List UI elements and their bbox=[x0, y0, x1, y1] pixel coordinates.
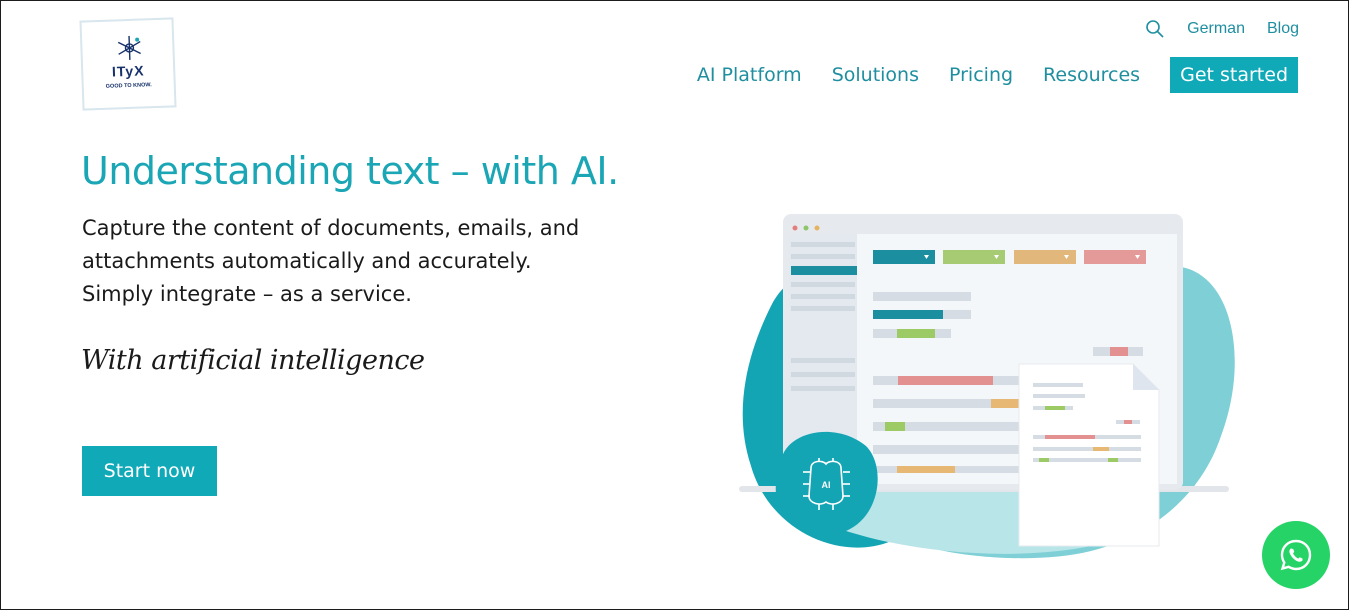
sidebar-line bbox=[791, 372, 855, 377]
sidebar-line bbox=[791, 358, 855, 363]
content-highlight bbox=[991, 399, 1021, 408]
doc-highlight bbox=[1124, 420, 1132, 424]
sidebar-line bbox=[791, 254, 855, 259]
hero-illustration: AI bbox=[739, 214, 1235, 559]
doc-highlight bbox=[1045, 406, 1065, 410]
utility-nav: German Blog bbox=[1145, 19, 1299, 39]
sidebar-line bbox=[791, 386, 855, 391]
content-highlight bbox=[897, 466, 955, 473]
sidebar-line bbox=[791, 306, 855, 311]
sidebar-line bbox=[791, 282, 855, 287]
get-started-button[interactable]: Get started bbox=[1170, 57, 1298, 93]
start-now-button[interactable]: Start now bbox=[82, 446, 217, 496]
main-nav: AI Platform Solutions Pricing Resources … bbox=[667, 57, 1298, 93]
nav-pricing[interactable]: Pricing bbox=[949, 64, 1013, 86]
document-sheet bbox=[1018, 363, 1160, 547]
window-dot-red bbox=[792, 225, 798, 231]
ai-badge-label: AI bbox=[822, 480, 831, 490]
doc-line bbox=[1033, 458, 1141, 462]
doc-line bbox=[1033, 447, 1141, 451]
hero-lead-line: Capture the content of documents, emails… bbox=[82, 216, 580, 240]
logo-star-icon bbox=[117, 35, 141, 60]
sidebar-line bbox=[791, 242, 855, 247]
hero-lead-line: Simply integrate – as a service. bbox=[82, 282, 412, 306]
nav-resources[interactable]: Resources bbox=[1043, 64, 1140, 86]
content-row bbox=[873, 445, 1023, 454]
nav-solutions[interactable]: Solutions bbox=[832, 64, 919, 86]
doc-highlight bbox=[1108, 458, 1118, 462]
hero-lead-line: attachments automatically and accurately… bbox=[82, 249, 532, 273]
window-dot-green bbox=[803, 225, 809, 231]
logo-tagline: GOOD TO KNOW. bbox=[105, 82, 152, 90]
hero-lead: Capture the content of documents, emails… bbox=[82, 212, 642, 311]
content-highlight bbox=[898, 376, 993, 385]
whatsapp-icon bbox=[1280, 539, 1312, 571]
content-row bbox=[873, 292, 971, 301]
hero-script-tagline: With artificial intelligence bbox=[81, 345, 425, 376]
sidebar-line bbox=[791, 294, 855, 299]
content-highlight bbox=[873, 310, 943, 319]
search-icon[interactable] bbox=[1145, 19, 1165, 39]
content-highlight bbox=[1110, 347, 1128, 356]
doc-highlight bbox=[1045, 435, 1095, 439]
logo-brand: ITyX bbox=[111, 62, 145, 80]
whatsapp-button[interactable] bbox=[1262, 521, 1330, 589]
content-highlight bbox=[885, 422, 905, 431]
doc-line bbox=[1033, 383, 1083, 387]
nav-ai-platform[interactable]: AI Platform bbox=[697, 64, 802, 86]
hero-title: Understanding text – with AI. bbox=[81, 149, 619, 193]
window-dot-yellow bbox=[814, 225, 820, 231]
blog-link[interactable]: Blog bbox=[1267, 20, 1299, 38]
doc-highlight bbox=[1039, 458, 1049, 462]
doc-line bbox=[1033, 394, 1085, 398]
sidebar-active bbox=[791, 266, 857, 275]
doc-highlight bbox=[1093, 447, 1109, 451]
language-link-german[interactable]: German bbox=[1187, 20, 1245, 38]
site-logo[interactable]: ITyX GOOD TO KNOW. bbox=[79, 17, 177, 111]
content-highlight bbox=[897, 329, 935, 338]
